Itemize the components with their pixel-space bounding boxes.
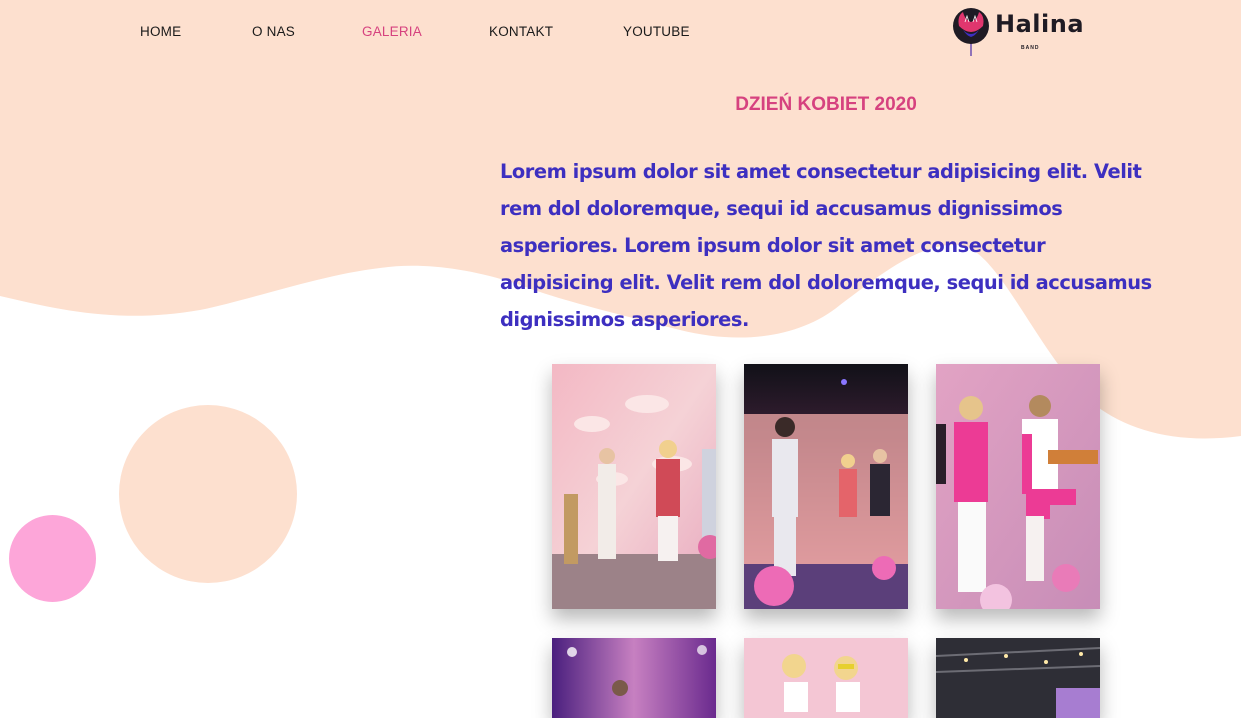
photo-image <box>936 364 1100 609</box>
nav-link-o-nas[interactable]: O NAS <box>252 23 295 41</box>
photo-image <box>552 638 716 718</box>
nav-link-home[interactable]: HOME <box>140 23 181 41</box>
flower-icon <box>953 8 989 56</box>
gallery-photo-5[interactable] <box>744 638 908 718</box>
gallery-photo-1[interactable] <box>552 364 716 609</box>
page-title: DZIEŃ KOBIET 2020 <box>735 94 917 115</box>
gallery-photo-6[interactable] <box>936 638 1100 718</box>
decorative-circle-pink <box>9 515 96 602</box>
nav-link-galeria[interactable]: GALERIA <box>362 23 422 41</box>
gallery-photo-2[interactable] <box>744 364 908 609</box>
top-navigation: HOME O NAS GALERIA KONTAKT YOUTUBE Halin… <box>0 0 1241 64</box>
logo-subtext: BAND <box>1021 45 1040 51</box>
nav-link-kontakt[interactable]: KONTAKT <box>489 23 553 41</box>
logo-text: Halina <box>995 10 1085 38</box>
gallery-photo-3[interactable] <box>936 364 1100 609</box>
photo-image <box>744 364 908 609</box>
decorative-circle-peach <box>119 405 297 583</box>
gallery-photo-4[interactable] <box>552 638 716 718</box>
photo-image <box>936 638 1100 718</box>
intro-text: Lorem ipsum dolor sit amet consectetur a… <box>500 160 1152 331</box>
nav-link-youtube[interactable]: YOUTUBE <box>623 23 690 41</box>
halina-band-logo[interactable]: Halina BAND <box>951 6 1084 58</box>
photo-image <box>744 638 908 718</box>
photo-image <box>552 364 716 609</box>
